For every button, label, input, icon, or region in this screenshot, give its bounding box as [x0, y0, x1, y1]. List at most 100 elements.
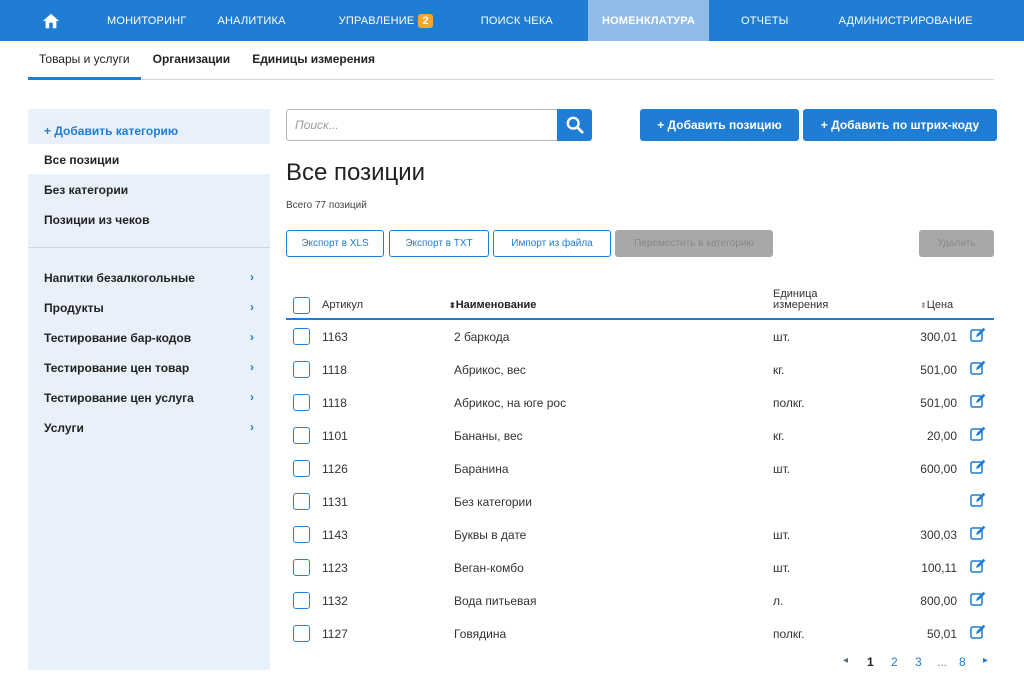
page-1[interactable]: 1: [867, 655, 874, 669]
nav-management-label: УПРАВЛЕНИЕ: [338, 14, 415, 27]
edit-icon[interactable]: [970, 558, 986, 574]
add-category-link[interactable]: + Добавить категорию: [28, 109, 270, 144]
header-name[interactable]: ⬍Наименование: [449, 299, 536, 311]
edit-icon[interactable]: [970, 525, 986, 541]
export-xls-button[interactable]: Экспорт в XLS: [286, 230, 384, 257]
sidebar-category[interactable]: Тестирование бар-кодов ›: [28, 322, 270, 352]
export-txt-button[interactable]: Экспорт в TXT: [389, 230, 489, 257]
cell-article: 1123: [322, 561, 348, 575]
page-2[interactable]: 2: [891, 655, 898, 669]
table-row[interactable]: 1126 Баранина шт. 600,00: [286, 452, 994, 485]
nav-analytics[interactable]: АНАЛИТИКА: [218, 0, 339, 41]
edit-icon[interactable]: [970, 492, 986, 508]
nav-receipt-search-label: ПОИСК ЧЕКА: [480, 14, 553, 27]
nav-monitoring[interactable]: МОНИТОРИНГ: [102, 0, 218, 41]
tab-organizations[interactable]: Организации: [141, 41, 242, 80]
edit-icon[interactable]: [970, 360, 986, 376]
header-article[interactable]: Артикул: [322, 299, 363, 311]
row-checkbox[interactable]: [293, 592, 310, 609]
table-row[interactable]: 1163 2 баркода шт. 300,01: [286, 320, 994, 353]
header-unit[interactable]: Единица измерения: [773, 289, 853, 311]
nav-management[interactable]: УПРАВЛЕНИЕ 2: [339, 0, 481, 41]
nav-monitoring-label: МОНИТОРИНГ: [107, 14, 187, 27]
nav-nomenclature-label: НОМЕНКЛАТУРА: [601, 14, 696, 27]
cell-price: 501,00: [920, 396, 957, 410]
cell-article: 1118: [322, 363, 347, 377]
prev-page-icon[interactable]: ◂: [843, 655, 848, 666]
top-navigation: МОНИТОРИНГ АНАЛИТИКА УПРАВЛЕНИЕ 2 ПОИСК Ч…: [0, 0, 1024, 41]
row-checkbox[interactable]: [293, 460, 310, 477]
cell-article: 1163: [322, 330, 348, 344]
items-count: Всего 77 позиций: [286, 200, 367, 211]
edit-icon[interactable]: [970, 624, 986, 640]
sidebar-item-all[interactable]: Все позиции: [28, 144, 270, 174]
table-row[interactable]: 1127 Говядина полкг. 50,01: [286, 617, 994, 650]
select-all-checkbox[interactable]: [293, 297, 310, 314]
cell-unit: кг.: [773, 429, 785, 443]
notification-badge: 2: [418, 13, 433, 28]
cell-price: 600,00: [920, 462, 957, 476]
chevron-right-icon: ›: [250, 390, 254, 404]
row-checkbox[interactable]: [293, 361, 310, 378]
sidebar-divider: [28, 247, 270, 248]
tab-goods-services[interactable]: Товары и услуги: [28, 41, 141, 80]
nav-receipt-search[interactable]: ПОИСК ЧЕКА: [481, 0, 588, 41]
page-3[interactable]: 3: [915, 655, 922, 669]
header-price[interactable]: ⬍Цена: [920, 299, 953, 311]
sidebar-category[interactable]: Тестирование цен товар ›: [28, 352, 270, 382]
sidebar-category[interactable]: Напитки безалкогольные ›: [28, 262, 270, 292]
delete-button[interactable]: Удалить: [919, 230, 994, 257]
category-label: Тестирование цен услуга: [44, 391, 194, 405]
nav-nomenclature[interactable]: НОМЕНКЛАТУРА: [587, 0, 709, 41]
table-row[interactable]: 1131 Без категории: [286, 485, 994, 518]
cell-name: Буквы в дате: [454, 528, 527, 542]
next-page-icon[interactable]: ▸: [983, 655, 988, 666]
edit-icon[interactable]: [970, 426, 986, 442]
table-row[interactable]: 1143 Буквы в дате шт. 300,03: [286, 518, 994, 551]
page-8[interactable]: 8: [959, 655, 966, 669]
sidebar-category[interactable]: Услуги ›: [28, 412, 270, 442]
row-checkbox[interactable]: [293, 625, 310, 642]
edit-icon[interactable]: [970, 393, 986, 409]
cell-price: 300,03: [920, 528, 957, 542]
sidebar-item-from-receipts[interactable]: Позиции из чеков: [28, 204, 270, 234]
row-checkbox[interactable]: [293, 394, 310, 411]
sidebar-category[interactable]: Тестирование цен услуга ›: [28, 382, 270, 412]
tab-units[interactable]: Единицы измерения: [241, 41, 386, 80]
home-icon: [42, 13, 60, 28]
edit-icon[interactable]: [970, 591, 986, 607]
table-row[interactable]: 1123 Веган-комбо шт. 100,11: [286, 551, 994, 584]
chevron-right-icon: ›: [250, 420, 254, 434]
row-checkbox[interactable]: [293, 328, 310, 345]
nav-reports-label: ОТЧЕТЫ: [740, 14, 789, 27]
import-file-button[interactable]: Импорт из файла: [493, 230, 611, 257]
row-checkbox[interactable]: [293, 493, 310, 510]
cell-price: 501,00: [920, 363, 957, 377]
row-checkbox[interactable]: [293, 559, 310, 576]
sidebar-item-uncategorized[interactable]: Без категории: [28, 174, 270, 204]
edit-icon[interactable]: [970, 327, 986, 343]
nav-reports[interactable]: ОТЧЕТЫ: [709, 0, 839, 41]
add-by-barcode-button[interactable]: + Добавить по штрих-коду: [803, 109, 997, 141]
category-label: Тестирование цен товар: [44, 361, 190, 375]
cell-unit: шт.: [773, 462, 791, 476]
table-row[interactable]: 1132 Вода питьевая л. 800,00: [286, 584, 994, 617]
row-checkbox[interactable]: [293, 427, 310, 444]
edit-icon[interactable]: [970, 459, 986, 475]
home-button[interactable]: [0, 0, 102, 41]
move-to-category-button[interactable]: Переместить в категорию: [615, 230, 773, 257]
chevron-right-icon: ›: [250, 270, 254, 284]
table-row[interactable]: 1101 Бананы, вес кг. 20,00: [286, 419, 994, 452]
table-row[interactable]: 1118 Абрикос, вес кг. 501,00: [286, 353, 994, 386]
search-button[interactable]: [557, 109, 592, 141]
cell-unit: шт.: [773, 528, 791, 542]
page-title: Все позиции: [286, 159, 426, 186]
table-row[interactable]: 1118 Абрикос, на юге рос полкг. 501,00: [286, 386, 994, 419]
nav-administration[interactable]: АДМИНИСТРИРОВАНИЕ: [839, 0, 973, 41]
chevron-right-icon: ›: [250, 330, 254, 344]
row-checkbox[interactable]: [293, 526, 310, 543]
sidebar-category[interactable]: Продукты ›: [28, 292, 270, 322]
add-position-button[interactable]: + Добавить позицию: [640, 109, 799, 141]
sort-icon: ⬍: [920, 301, 927, 310]
search-input[interactable]: [286, 109, 557, 141]
